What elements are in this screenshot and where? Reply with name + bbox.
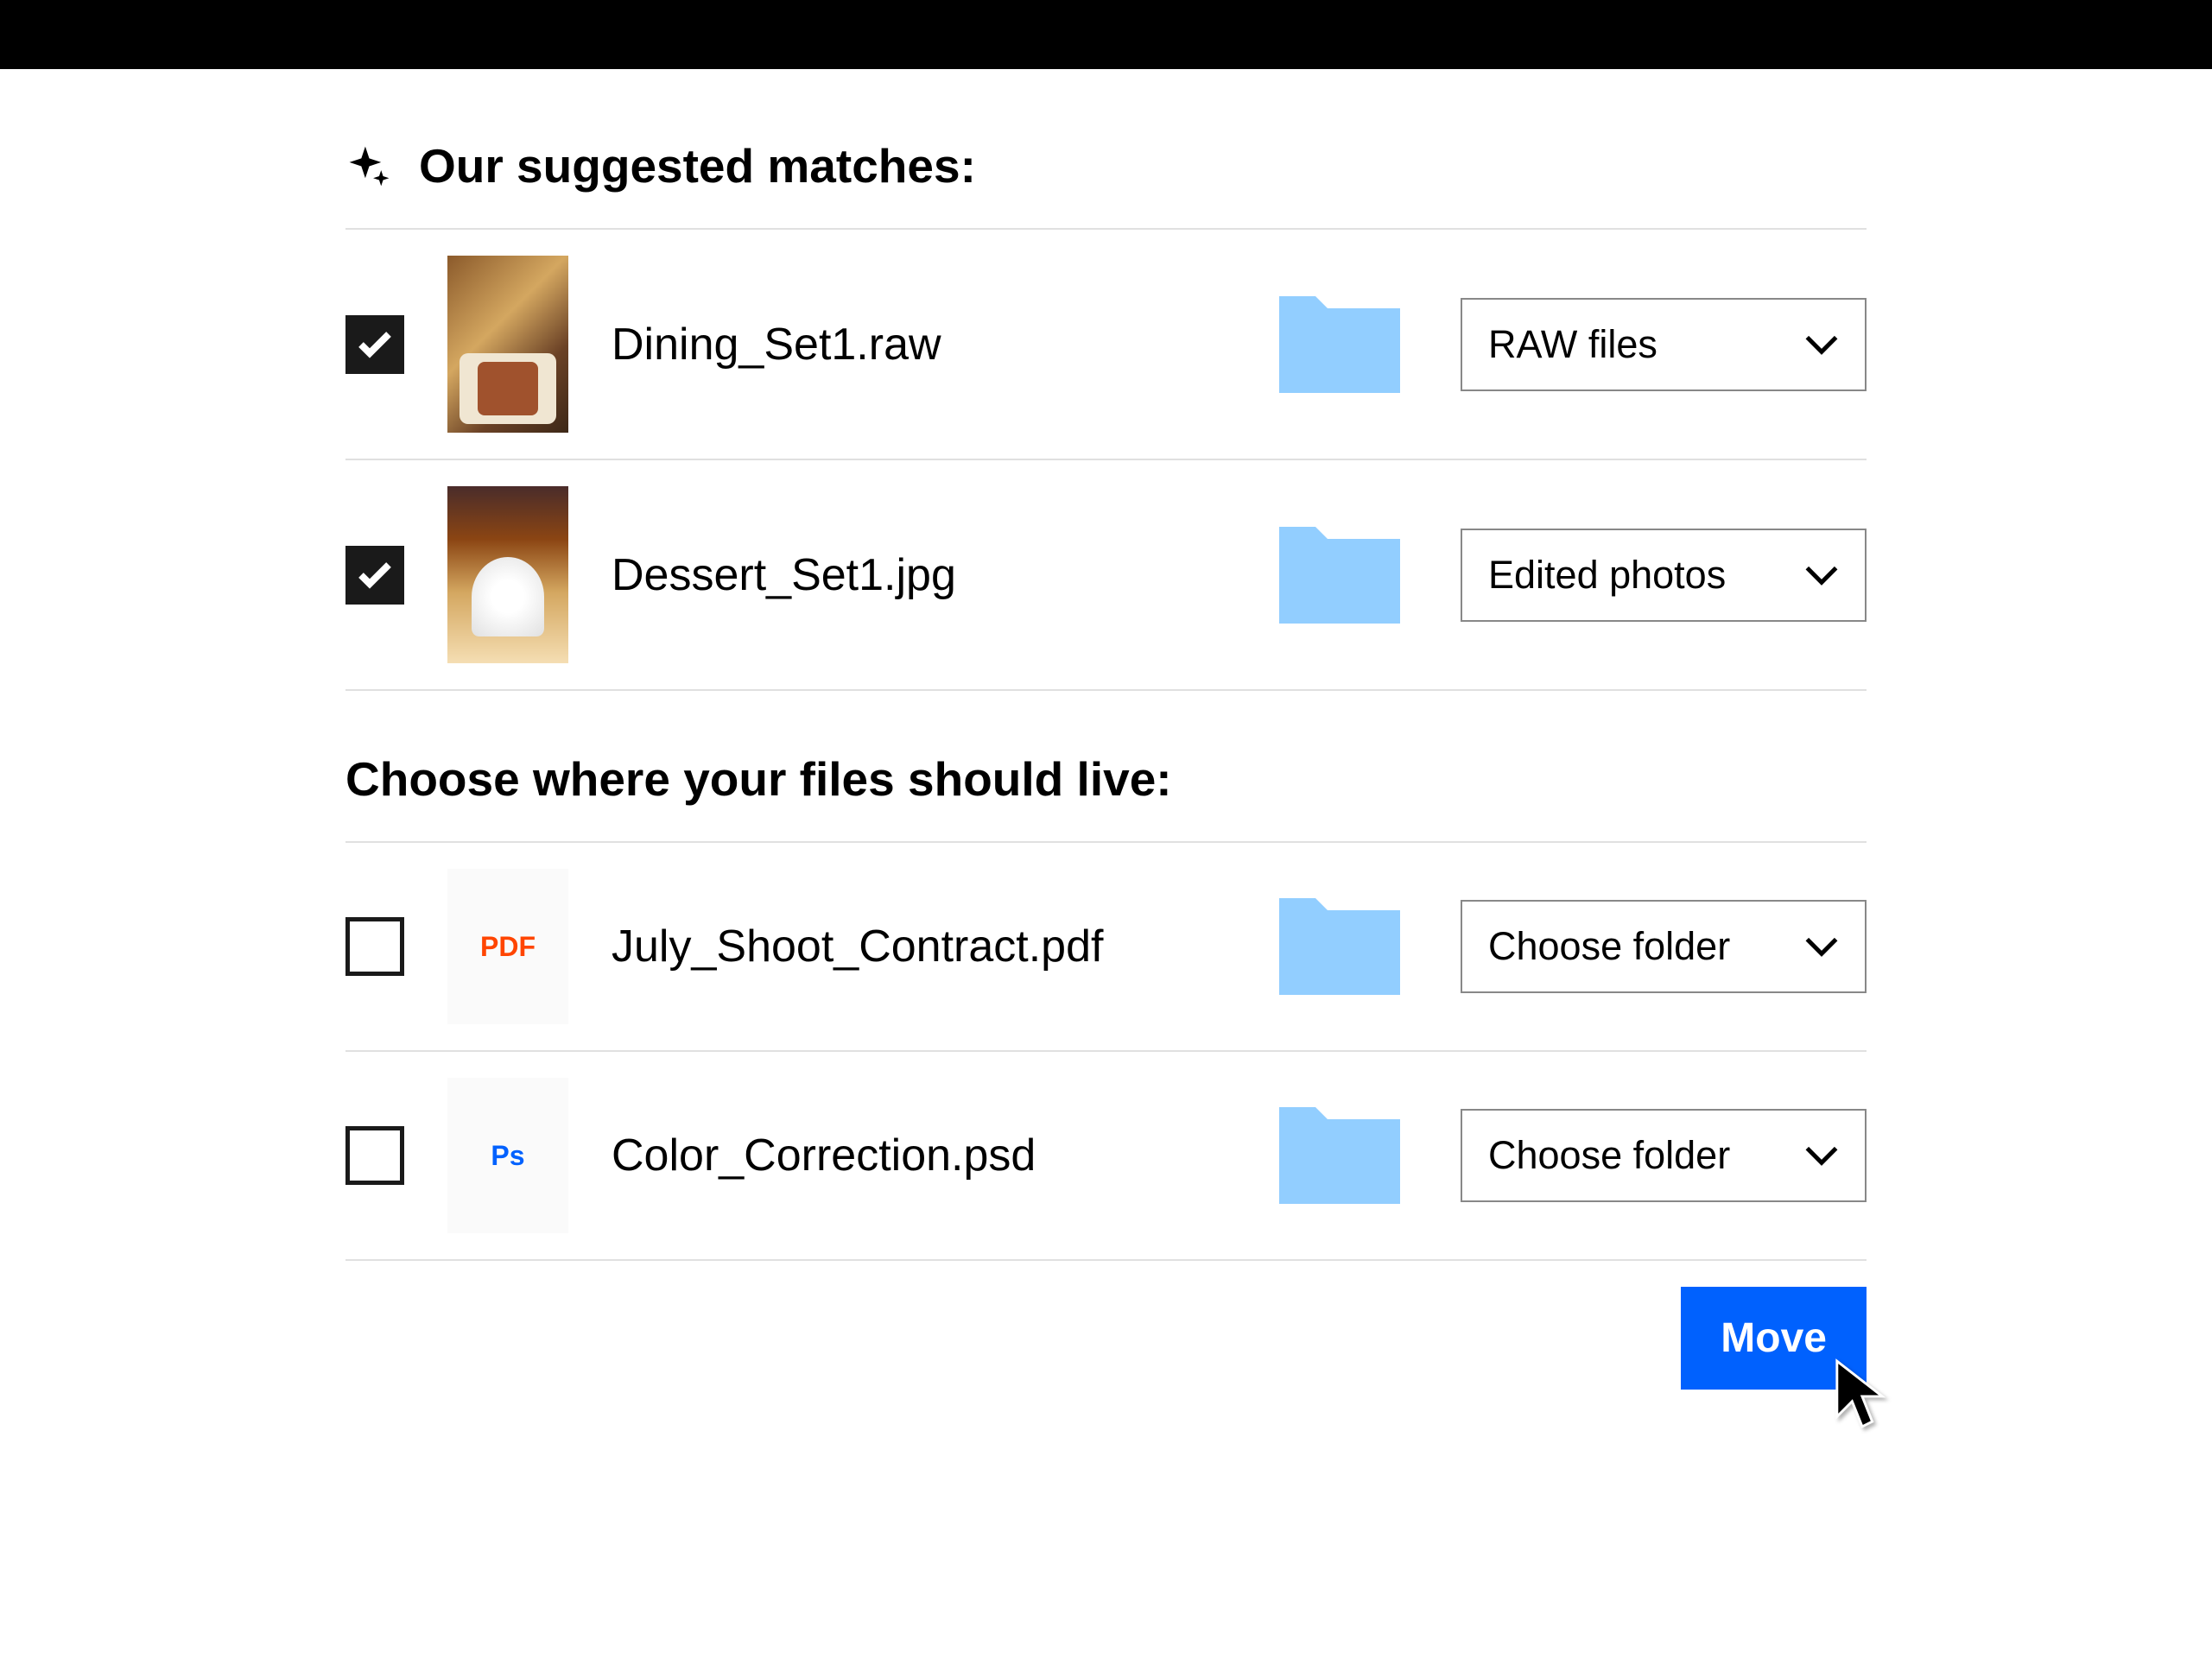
folder-select-label: Choose folder	[1488, 924, 1730, 969]
main-content: Our suggested matches: Dining_Set1.raw R…	[0, 69, 2212, 1390]
filename-contract: July_Shoot_Contract.pdf	[612, 921, 1219, 972]
folder-icon	[1262, 515, 1417, 636]
thumbnail-dining	[447, 256, 568, 433]
file-row: PDF July_Shoot_Contract.pdf Choose folde…	[345, 843, 1867, 1052]
suggested-section-header: Our suggested matches:	[345, 138, 1867, 230]
choose-title: Choose where your files should live:	[345, 751, 1172, 807]
file-row: Dessert_Set1.jpg Edited photos	[345, 460, 1867, 691]
checkbox-contract[interactable]	[345, 917, 404, 976]
suggested-title: Our suggested matches:	[419, 138, 976, 193]
chevron-down-icon	[1804, 1145, 1839, 1166]
folder-icon	[1262, 1095, 1417, 1216]
check-icon	[354, 324, 396, 365]
sparkle-icon	[345, 142, 393, 190]
checkbox-dessert[interactable]	[345, 546, 404, 605]
cursor-icon	[1832, 1355, 1892, 1433]
choose-section-header: Choose where your files should live:	[345, 691, 1867, 843]
folder-icon	[1262, 886, 1417, 1007]
filename-psd: Color_Correction.psd	[612, 1130, 1219, 1181]
chevron-down-icon	[1804, 334, 1839, 355]
chevron-down-icon	[1804, 936, 1839, 957]
folder-select-psd[interactable]: Choose folder	[1461, 1109, 1867, 1202]
folder-select-contract[interactable]: Choose folder	[1461, 900, 1867, 993]
file-row: Ps Color_Correction.psd Choose folder	[345, 1052, 1867, 1261]
file-type-psd: Ps	[491, 1140, 524, 1172]
folder-icon	[1262, 284, 1417, 405]
folder-select-label: Choose folder	[1488, 1133, 1730, 1178]
checkbox-psd[interactable]	[345, 1126, 404, 1185]
move-button[interactable]: Move	[1681, 1287, 1867, 1390]
filename-dining: Dining_Set1.raw	[612, 319, 1219, 370]
footer: Move	[345, 1261, 1867, 1390]
thumbnail-contract: PDF	[447, 869, 568, 1024]
folder-select-label: RAW files	[1488, 322, 1657, 367]
folder-select-label: Edited photos	[1488, 553, 1726, 598]
folder-select-dining[interactable]: RAW files	[1461, 298, 1867, 391]
file-row: Dining_Set1.raw RAW files	[345, 230, 1867, 460]
chevron-down-icon	[1804, 565, 1839, 586]
checkbox-dining[interactable]	[345, 315, 404, 374]
filename-dessert: Dessert_Set1.jpg	[612, 549, 1219, 601]
check-icon	[354, 554, 396, 596]
thumbnail-psd: Ps	[447, 1078, 568, 1233]
folder-select-dessert[interactable]: Edited photos	[1461, 529, 1867, 622]
thumbnail-dessert	[447, 486, 568, 663]
move-button-label: Move	[1721, 1315, 1827, 1361]
file-type-pdf: PDF	[480, 931, 536, 963]
top-bar	[0, 0, 2212, 69]
